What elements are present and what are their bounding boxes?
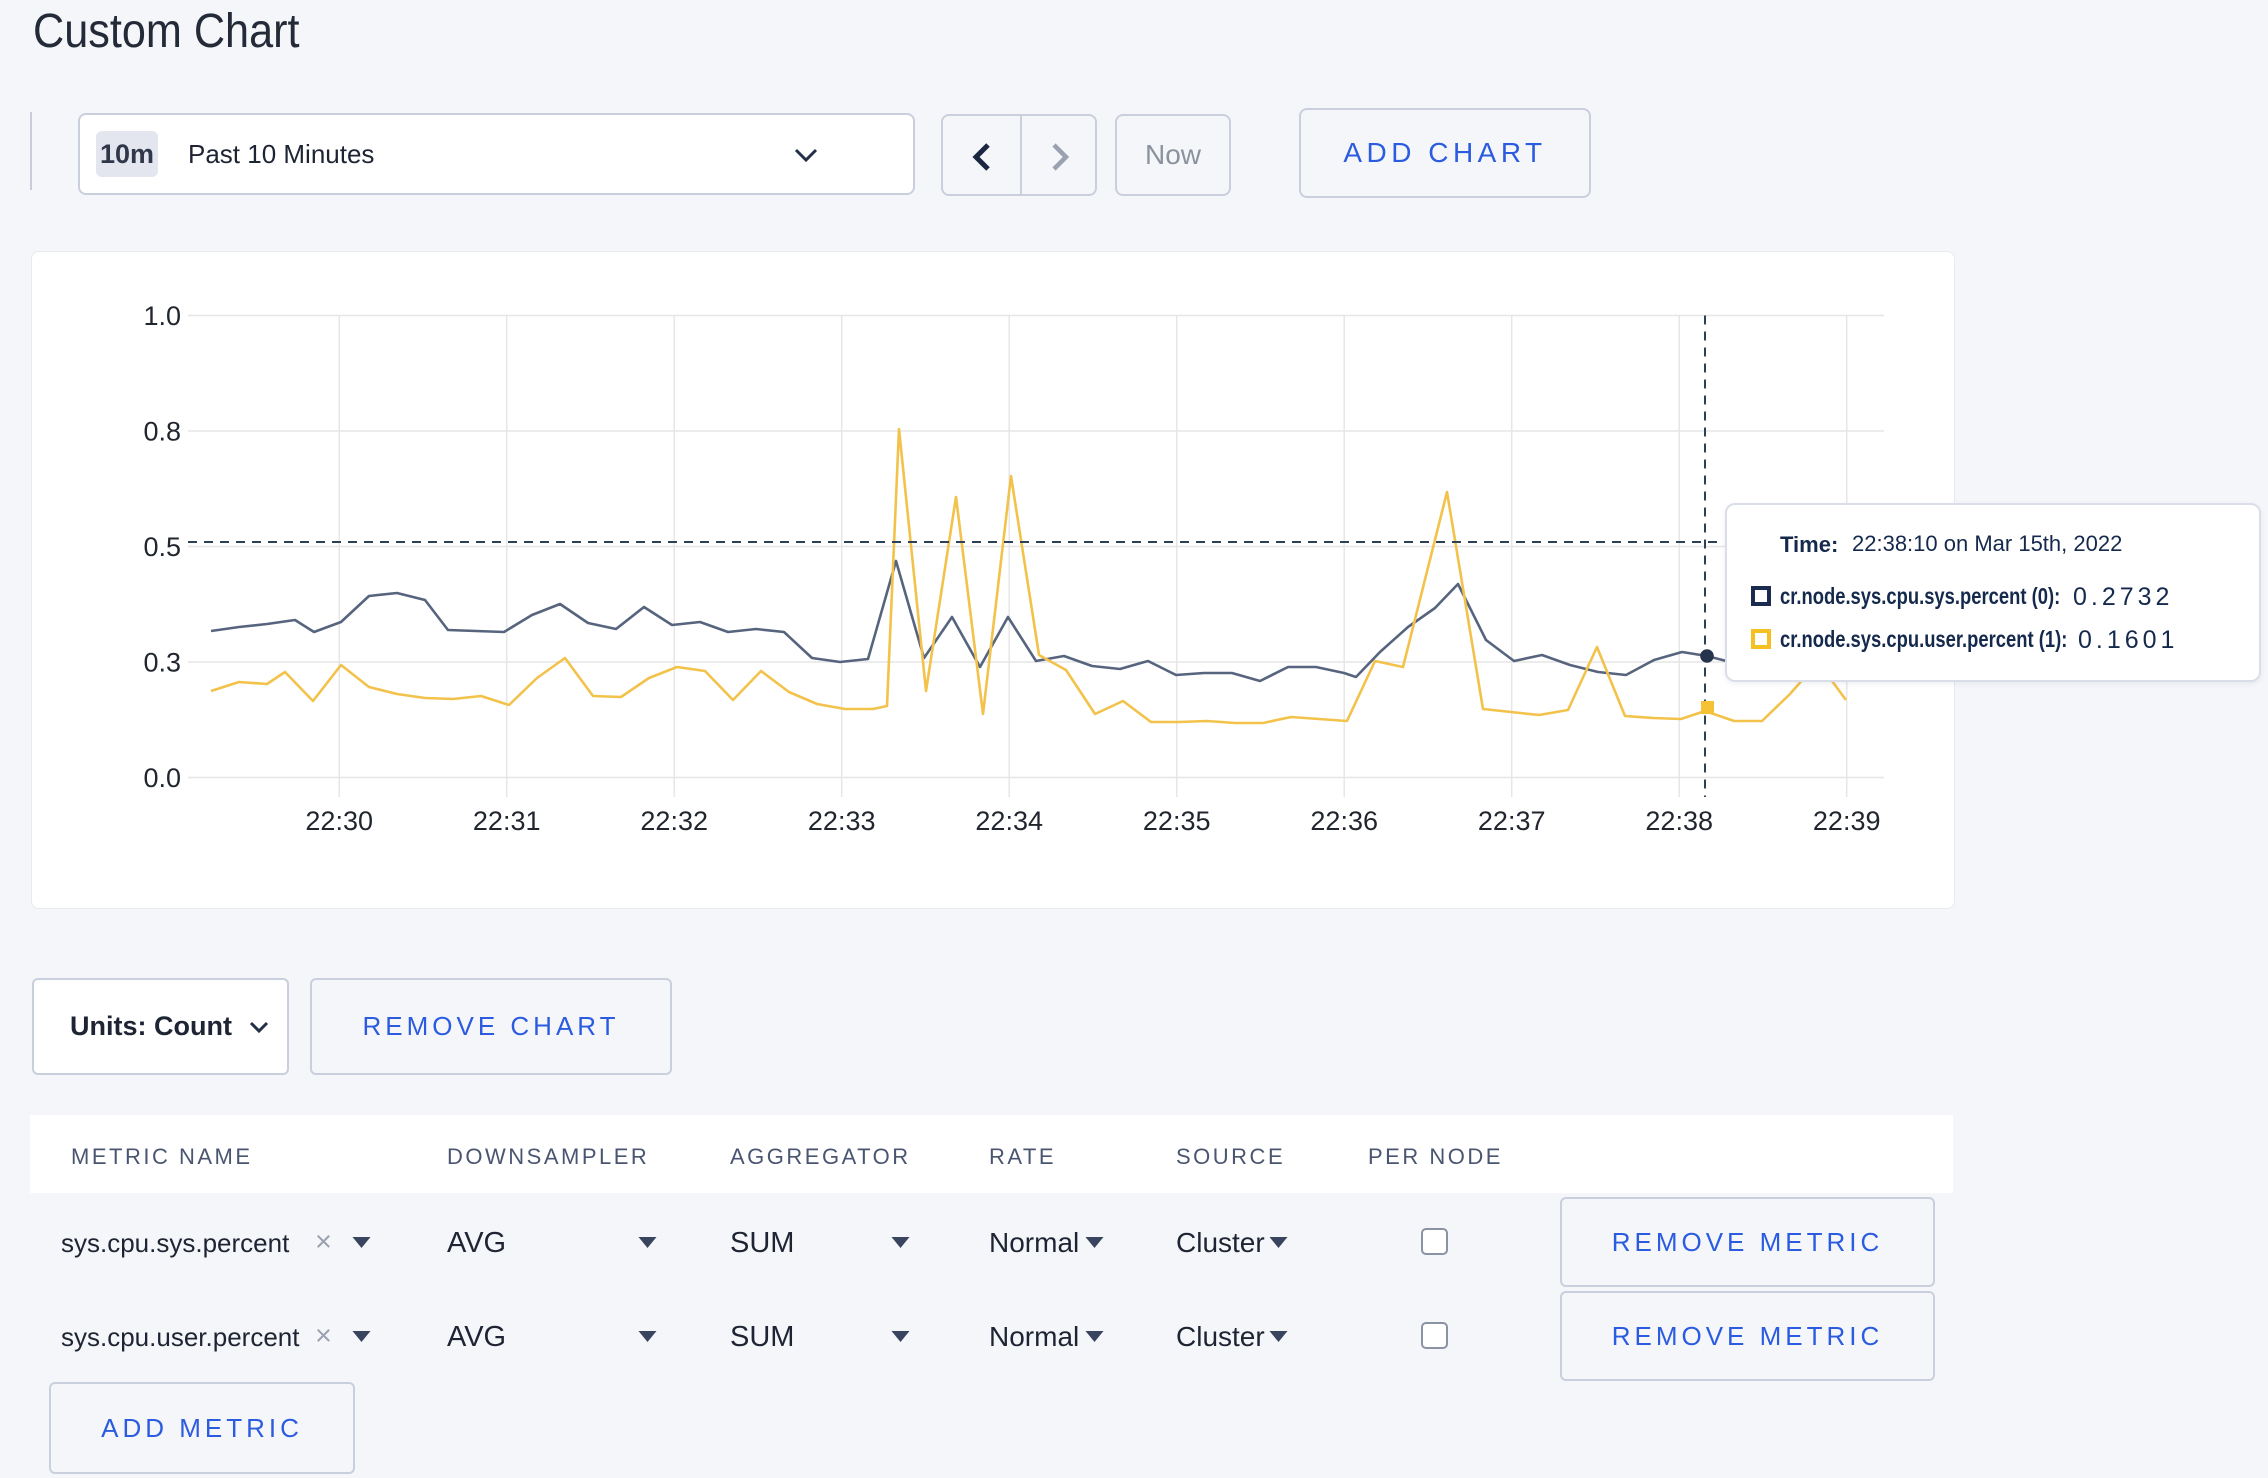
svg-text:22:36: 22:36 <box>1310 806 1378 836</box>
svg-text:22:35: 22:35 <box>1143 806 1211 836</box>
svg-text:22:37: 22:37 <box>1478 806 1546 836</box>
svg-text:0.5: 0.5 <box>143 532 181 562</box>
svg-text:22:32: 22:32 <box>640 806 708 836</box>
svg-text:0.3: 0.3 <box>143 648 181 678</box>
svg-text:0.8: 0.8 <box>143 417 181 447</box>
svg-text:22:33: 22:33 <box>808 806 876 836</box>
svg-text:22:31: 22:31 <box>473 806 541 836</box>
svg-text:22:39: 22:39 <box>1813 806 1881 836</box>
svg-text:22:38: 22:38 <box>1645 806 1713 836</box>
svg-text:0.0: 0.0 <box>143 763 181 793</box>
svg-text:22:30: 22:30 <box>305 806 373 836</box>
svg-text:1.0: 1.0 <box>143 301 181 331</box>
svg-text:22:34: 22:34 <box>975 806 1043 836</box>
